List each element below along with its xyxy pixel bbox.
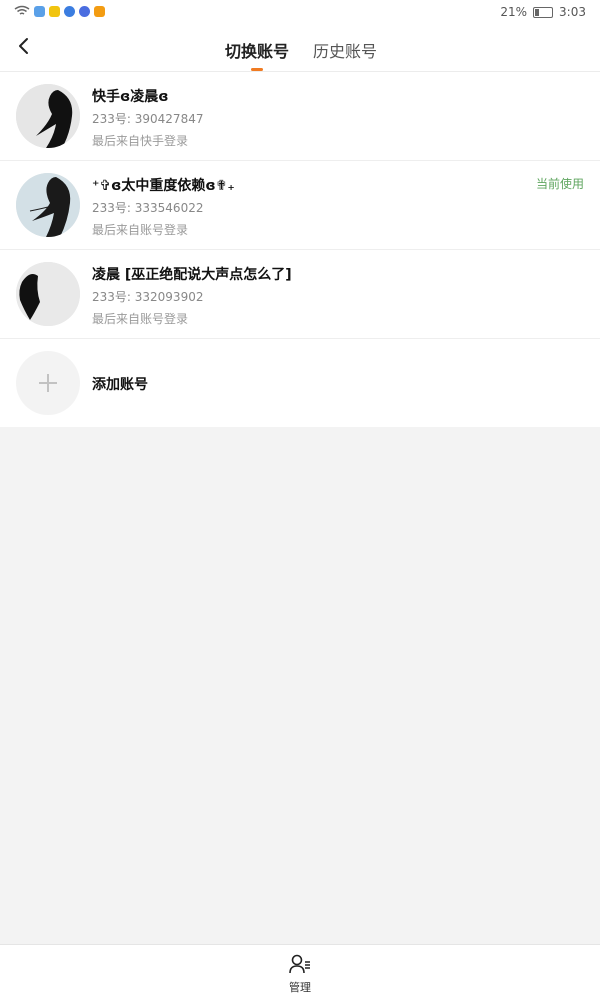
account-row[interactable]: ⁺✞ɞ太中重度依赖ɞ✟₊ 233号: 333546022 最后来自账号登录 当前… (0, 161, 600, 250)
tab-switch-account[interactable]: 切换账号 (225, 38, 289, 71)
header: 切换账号 历史账号 (0, 26, 600, 72)
bottom-bar: 管理 (0, 944, 600, 1001)
battery-icon (533, 6, 554, 18)
manage-label: 管理 (289, 981, 311, 994)
status-bar: 21% 3:03 (0, 0, 600, 26)
notification-icon (34, 5, 45, 17)
wifi-icon (14, 5, 30, 15)
add-account-label: 添加账号 (92, 377, 148, 393)
status-icons (14, 5, 105, 17)
account-name: 凌晨 [巫正绝配说大声点怎么了] (92, 267, 292, 283)
last-login: 最后来自账号登录 (92, 312, 189, 326)
account-id: 233号: 390427847 (92, 112, 204, 126)
message-icon (49, 5, 60, 17)
manage-button[interactable]: 管理 (279, 954, 321, 995)
current-account-badge: 当前使用 (535, 177, 584, 191)
app-icon (79, 5, 90, 17)
browser-icon (64, 5, 75, 17)
account-row[interactable]: 快手ɞ凌晨ɞ 233号: 390427847 最后来自快手登录 (0, 72, 600, 161)
account-id: 233号: 333546022 (92, 201, 204, 215)
status-right: 21% 3:03 (500, 5, 586, 19)
account-id: 233号: 332093902 (92, 290, 204, 304)
add-account-row[interactable]: 添加账号 (0, 339, 600, 427)
battery-percent: 21% (500, 5, 528, 19)
avatar (16, 262, 80, 326)
back-icon[interactable] (14, 36, 34, 56)
user-manage-icon (289, 954, 310, 974)
avatar (16, 84, 80, 148)
account-name: 快手ɞ凌晨ɞ (92, 89, 169, 105)
clock: 3:03 (559, 5, 586, 19)
avatar (16, 173, 80, 237)
tab-history-account[interactable]: 历史账号 (313, 38, 377, 62)
tab-bar: 切换账号 历史账号 (225, 38, 377, 71)
video-icon (94, 5, 105, 17)
account-name: ⁺✞ɞ太中重度依赖ɞ✟₊ (92, 178, 235, 194)
account-row[interactable]: 凌晨 [巫正绝配说大声点怎么了] 233号: 332093902 最后来自账号登… (0, 250, 600, 339)
last-login: 最后来自账号登录 (92, 223, 189, 237)
last-login: 最后来自快手登录 (92, 134, 189, 148)
plus-icon (16, 351, 80, 415)
account-list: 快手ɞ凌晨ɞ 233号: 390427847 最后来自快手登录 ⁺✞ɞ太中重度依… (0, 72, 600, 427)
